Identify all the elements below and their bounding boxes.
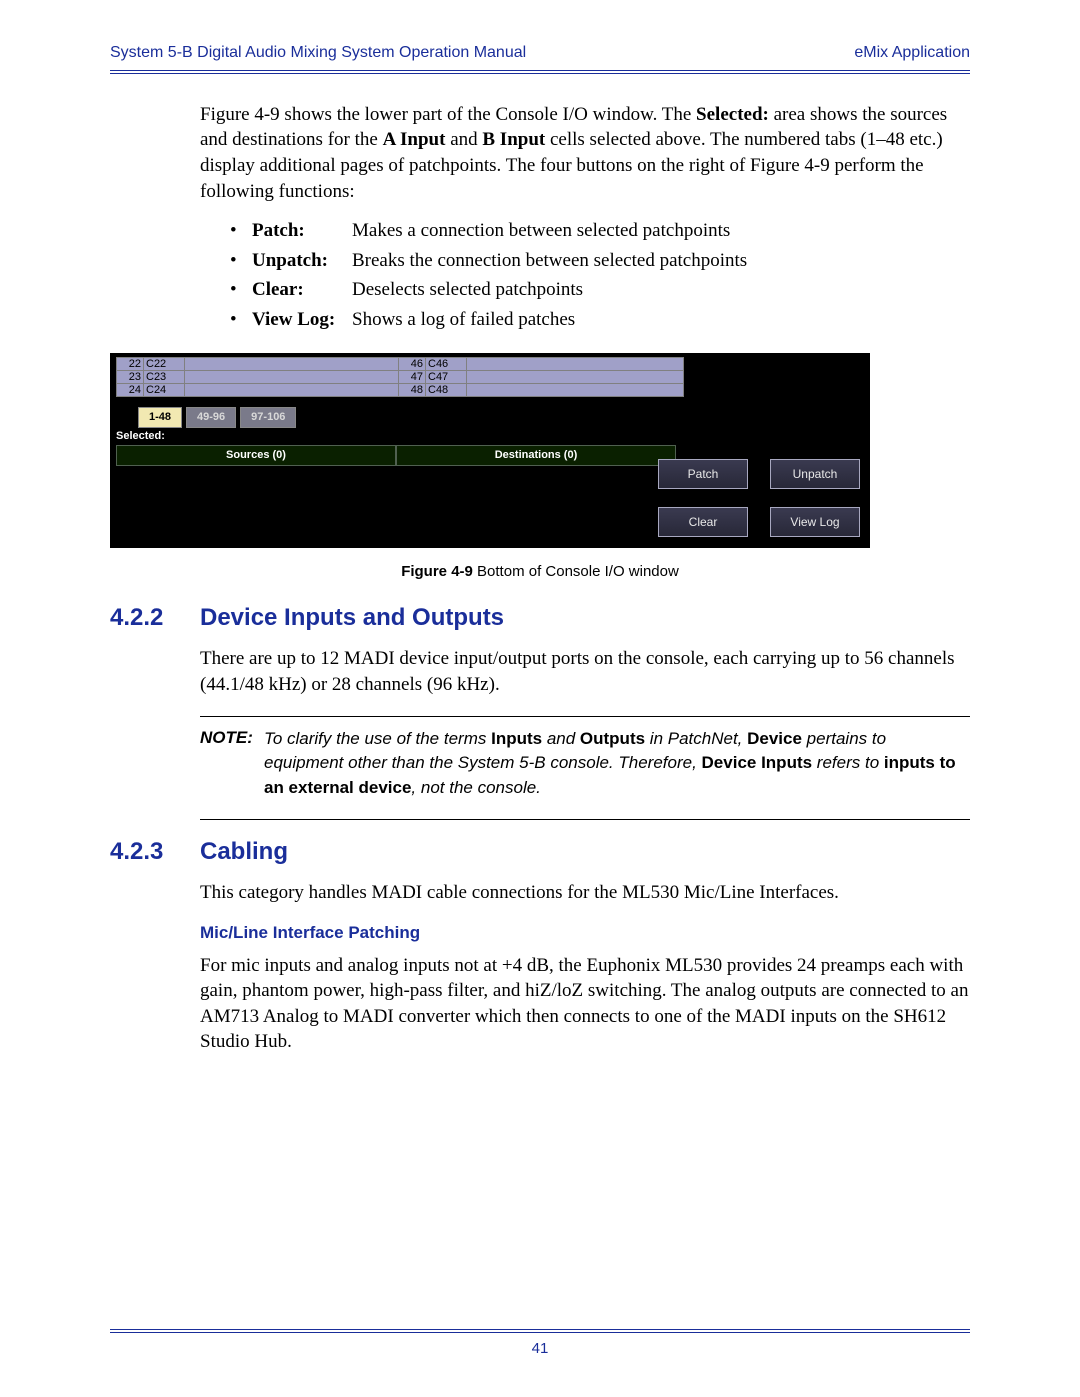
unpatch-button[interactable]: Unpatch — [770, 459, 860, 489]
heading-4-2-2: 4.2.2 Device Inputs and Outputs — [110, 602, 970, 634]
tab-97-106[interactable]: 97-106 — [240, 407, 296, 428]
bullet-icon — [230, 307, 252, 333]
list-item: Clear: Deselects selected patchpoints — [230, 277, 970, 303]
table-row: 23C23 — [117, 370, 402, 383]
destinations-header: Destinations (0) — [396, 445, 676, 466]
desc: Breaks the connection between selected p… — [352, 248, 970, 274]
patchpoint-grid: 22C22 23C23 24C24 46C46 47C47 48C48 — [116, 357, 864, 399]
term-viewlog: View Log: — [252, 307, 352, 333]
tab-1-48[interactable]: 1-48 — [138, 407, 182, 428]
figure-caption: Figure 4-9 Bottom of Console I/O window — [110, 562, 970, 582]
header-left: System 5-B Digital Audio Mixing System O… — [110, 42, 526, 64]
figure-4-9-image: 22C22 23C23 24C24 46C46 47C47 48C48 1-48… — [110, 353, 870, 548]
action-buttons: Patch Unpatch Clear View Log — [658, 459, 860, 537]
term-patch: Patch: — [252, 218, 352, 244]
list-item: View Log: Shows a log of failed patches — [230, 307, 970, 333]
table-row: 22C22 — [117, 357, 402, 370]
desc: Deselects selected patchpoints — [352, 277, 970, 303]
table-row: 47C47 — [399, 370, 684, 383]
page-header: System 5-B Digital Audio Mixing System O… — [110, 42, 970, 64]
header-rule — [110, 70, 970, 74]
tab-49-96[interactable]: 49-96 — [186, 407, 236, 428]
list-item: Unpatch: Breaks the connection between s… — [230, 248, 970, 274]
page-tabs: 1-48 49-96 97-106 — [138, 407, 296, 428]
page-number: 41 — [110, 1339, 970, 1359]
term-unpatch: Unpatch: — [252, 248, 352, 274]
bullet-icon — [230, 218, 252, 244]
sources-header: Sources (0) — [116, 445, 396, 466]
button-function-list: Patch: Makes a connection between select… — [230, 218, 970, 333]
bullet-icon — [230, 248, 252, 274]
note-body: To clarify the use of the terms Inputs a… — [264, 727, 970, 801]
intro-paragraph: Figure 4-9 shows the lower part of the C… — [200, 102, 970, 205]
subheading-micline: Mic/Line Interface Patching — [200, 922, 970, 945]
note-rule-bottom — [200, 819, 970, 820]
viewlog-button[interactable]: View Log — [770, 507, 860, 537]
table-row: 46C46 — [399, 357, 684, 370]
note-rule-top — [200, 716, 970, 717]
selected-label: Selected: — [116, 429, 165, 444]
sec-423-sub-body: For mic inputs and analog inputs not at … — [200, 953, 970, 1056]
note-block: NOTE: To clarify the use of the terms In… — [200, 727, 970, 801]
list-item: Patch: Makes a connection between select… — [230, 218, 970, 244]
clear-button[interactable]: Clear — [658, 507, 748, 537]
term-clear: Clear: — [252, 277, 352, 303]
table-row: 48C48 — [399, 383, 684, 396]
selected-headers: Sources (0) Destinations (0) — [116, 445, 676, 466]
desc: Shows a log of failed patches — [352, 307, 970, 333]
sec-422-body: There are up to 12 MADI device input/out… — [200, 646, 970, 697]
heading-4-2-3: 4.2.3 Cabling — [110, 836, 970, 868]
table-row: 24C24 — [117, 383, 402, 396]
sec-423-body: This category handles MADI cable connect… — [200, 880, 970, 906]
header-right: eMix Application — [854, 42, 970, 64]
note-label: NOTE: — [200, 727, 264, 801]
patch-button[interactable]: Patch — [658, 459, 748, 489]
footer-rule — [110, 1329, 970, 1333]
bullet-icon — [230, 277, 252, 303]
desc: Makes a connection between selected patc… — [352, 218, 970, 244]
